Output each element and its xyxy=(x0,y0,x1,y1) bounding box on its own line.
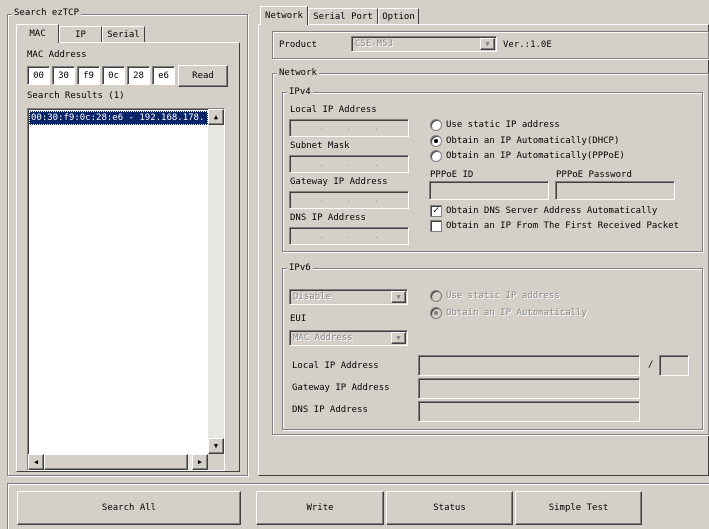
radio-static-ip[interactable] xyxy=(430,119,442,131)
scroll-left-button[interactable]: ◀ xyxy=(28,454,44,470)
horizontal-scroll-thumb[interactable] xyxy=(44,454,188,470)
search-result-text: 00:30:f9:0c:28:e6 - 192.168.178. xyxy=(31,113,205,123)
dns-auto-label: Obtain DNS Server Address Automatically xyxy=(446,206,658,216)
tab-option[interactable]: Option xyxy=(378,8,419,25)
scroll-up-button[interactable]: ▲ xyxy=(208,109,224,125)
arrow-right-icon: ▶ xyxy=(197,458,203,466)
search-all-button[interactable]: Search All xyxy=(17,491,241,525)
radio-selected-dot xyxy=(434,139,438,143)
eui-combo: MAC Address ▼ xyxy=(289,330,408,346)
prefix-separator: / xyxy=(648,360,654,370)
checkmark-icon: ✓ xyxy=(432,205,440,216)
ip-separators: ... xyxy=(318,159,380,169)
ipv6-radio-static[interactable] xyxy=(430,290,442,302)
product-value: CSE-M53 xyxy=(355,39,393,49)
tab-serial-port[interactable]: Serial Port xyxy=(308,8,378,25)
status-button[interactable]: Status xyxy=(386,491,513,525)
mac-octet-4[interactable]: 0c xyxy=(102,66,125,85)
tab-serial[interactable]: Serial xyxy=(102,26,145,43)
mac-address-label: MAC Address xyxy=(27,50,87,60)
read-button[interactable]: Read xyxy=(178,65,228,87)
ipv6-radio-auto-label: Obtain an IP Automatically xyxy=(446,308,587,318)
ipv6-dns-label: DNS IP Address xyxy=(292,405,368,415)
product-combo: CSE-M53 ▼ xyxy=(351,36,497,52)
ipv6-local-ip-field xyxy=(418,355,640,376)
ipv6-gateway-field xyxy=(418,378,640,399)
search-result-item[interactable]: 00:30:f9:0c:28:e6 - 192.168.178. xyxy=(29,111,208,125)
chevron-down-icon: ▼ xyxy=(391,332,406,344)
mac-octet-1[interactable]: 00 xyxy=(27,66,50,85)
ip-separators: ... xyxy=(318,123,380,133)
radio-pppoe-label: Obtain an IP Automatically(PPPoE) xyxy=(446,151,625,161)
radio-selected-dot xyxy=(434,311,438,315)
ipv6-radio-static-label: Use static IP address xyxy=(446,291,560,301)
scroll-right-button[interactable]: ▶ xyxy=(192,454,208,470)
tab-mac[interactable]: MAC xyxy=(16,24,59,43)
ipv6-local-ip-label: Local IP Address xyxy=(292,361,379,371)
ipv4-subnet-label: Subnet Mask xyxy=(290,141,350,151)
first-packet-checkbox[interactable] xyxy=(430,220,442,232)
arrow-up-icon: ▲ xyxy=(213,113,219,121)
vertical-scrollbar[interactable]: ▲ ▼ xyxy=(208,109,224,454)
dns-auto-checkbox[interactable]: ✓ xyxy=(430,205,442,217)
pppoe-password-field xyxy=(555,181,675,200)
radio-dhcp-label: Obtain an IP Automatically(DHCP) xyxy=(446,136,620,146)
ipv6-mode-combo: Disable ▼ xyxy=(289,289,408,305)
ip-separators: ... xyxy=(318,231,380,241)
eui-label: EUI xyxy=(290,314,307,324)
radio-dhcp[interactable] xyxy=(430,135,442,147)
ipv4-title: IPv4 xyxy=(287,87,313,97)
network-title: Network xyxy=(277,68,319,78)
scrollbar-corner xyxy=(208,454,224,470)
tab-ip[interactable]: IP xyxy=(59,26,102,43)
ipv6-gateway-label: Gateway IP Address xyxy=(292,383,390,393)
eui-value: MAC Address xyxy=(293,333,353,343)
ipv6-mode-value: Disable xyxy=(293,292,331,302)
ip-separators: ... xyxy=(318,195,380,205)
version-label: Ver.:1.0E xyxy=(503,40,552,50)
arrow-left-icon: ◀ xyxy=(33,458,39,466)
ipv4-subnet-field: ... xyxy=(289,155,409,173)
scroll-down-button[interactable]: ▼ xyxy=(208,438,224,454)
ipv6-prefix-field xyxy=(659,355,689,376)
pppoe-password-label: PPPoE Password xyxy=(556,170,632,180)
ipv4-dns-field: ... xyxy=(289,227,409,245)
mac-octet-3[interactable]: f9 xyxy=(77,66,100,85)
arrow-down-icon: ▼ xyxy=(213,442,219,450)
mac-octet-5[interactable]: 28 xyxy=(127,66,150,85)
search-eztcp-title: Search ezTCP xyxy=(12,8,82,18)
ipv6-dns-field xyxy=(418,401,640,422)
ipv4-local-ip-label: Local IP Address xyxy=(290,105,377,115)
ipv4-dns-label: DNS IP Address xyxy=(290,213,366,223)
ipv6-title: IPv6 xyxy=(287,263,313,273)
ipv4-local-ip-field: ... xyxy=(289,119,409,137)
simple-test-button[interactable]: Simple Test xyxy=(515,491,642,525)
product-label: Product xyxy=(279,40,317,50)
radio-static-ip-label: Use static IP address xyxy=(446,120,560,130)
radio-pppoe[interactable] xyxy=(430,150,442,162)
pppoe-id-field xyxy=(429,181,549,200)
ipv4-gateway-label: Gateway IP Address xyxy=(290,177,388,187)
search-results-list[interactable]: 00:30:f9:0c:28:e6 - 192.168.178. ▲ ▼ ◀ ▶ xyxy=(27,108,225,471)
chevron-down-icon: ▼ xyxy=(391,291,406,303)
mac-octet-2[interactable]: 30 xyxy=(52,66,75,85)
pppoe-id-label: PPPoE ID xyxy=(430,170,474,180)
ipv4-gateway-field: ... xyxy=(289,191,409,209)
write-button[interactable]: Write xyxy=(256,491,384,525)
tab-network[interactable]: Network xyxy=(260,6,308,25)
mac-octet-6[interactable]: e6 xyxy=(152,66,175,85)
ipv6-radio-auto[interactable] xyxy=(430,307,442,319)
horizontal-scrollbar[interactable]: ◀ ▶ xyxy=(28,454,208,470)
search-results-label: Search Results (1) xyxy=(27,91,125,101)
chevron-down-icon: ▼ xyxy=(480,38,495,50)
first-packet-label: Obtain an IP From The First Received Pac… xyxy=(446,221,679,231)
